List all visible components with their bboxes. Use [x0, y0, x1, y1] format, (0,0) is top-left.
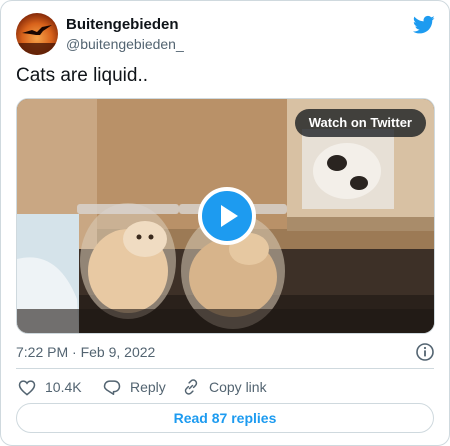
tweet-card: Buitengebieden @buitengebieden_ Cats are…	[0, 0, 450, 446]
copy-link-label: Copy link	[209, 379, 267, 395]
like-button[interactable]: 10.4K	[18, 376, 82, 398]
author-name[interactable]: Buitengebieden	[66, 16, 179, 33]
copy-link-button[interactable]: Copy link	[182, 376, 267, 398]
timestamp[interactable]: 7:22 PM · Feb 9, 2022	[16, 344, 155, 360]
watch-on-twitter-button[interactable]: Watch on Twitter	[294, 109, 426, 137]
divider	[16, 368, 434, 369]
reply-label: Reply	[130, 379, 166, 395]
play-button[interactable]	[198, 187, 256, 245]
author-handle[interactable]: @buitengebieden_	[66, 36, 184, 52]
read-replies-button[interactable]: Read 87 replies	[16, 403, 434, 433]
heart-icon	[18, 379, 36, 396]
play-icon	[221, 205, 238, 227]
avatar[interactable]	[16, 13, 58, 55]
tweet-header: Buitengebieden @buitengebieden_	[16, 13, 435, 57]
reply-button[interactable]: Reply	[103, 376, 166, 398]
twitter-bird-icon[interactable]	[413, 15, 435, 35]
link-icon	[184, 379, 198, 395]
tweet-meta: 7:22 PM · Feb 9, 2022	[16, 342, 435, 362]
reply-icon	[103, 379, 121, 395]
tweet-actions: 10.4K Reply Copy link	[16, 376, 434, 398]
tweet-text: Cats are liquid..	[16, 65, 149, 86]
video-media[interactable]: Watch on Twitter	[16, 98, 435, 334]
like-count: 10.4K	[45, 379, 82, 395]
info-icon[interactable]	[415, 342, 435, 362]
